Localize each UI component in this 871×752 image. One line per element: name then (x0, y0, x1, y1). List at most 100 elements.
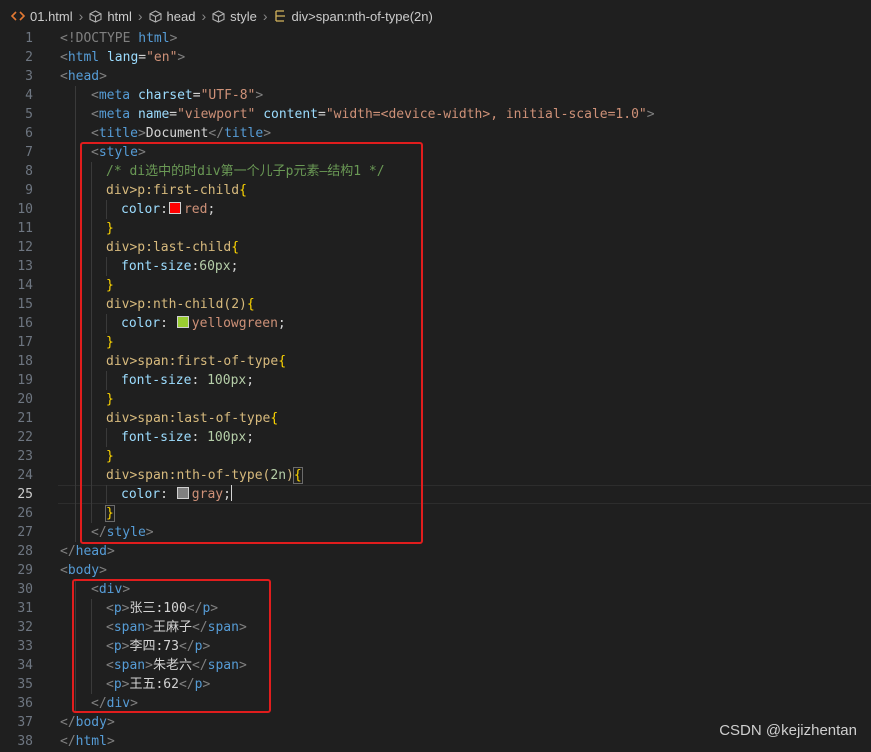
code-line[interactable]: 31 <p>张三:100</p> (0, 599, 871, 618)
code-line[interactable]: 33 <p>李四:73</p> (0, 637, 871, 656)
breadcrumb-item-file[interactable]: 01.html (11, 9, 73, 24)
indent-guide (75, 219, 76, 238)
brace: } (106, 392, 114, 407)
code-line[interactable]: 5 <meta name="viewport" content="width=<d… (0, 105, 871, 124)
semicolon: ; (246, 373, 255, 388)
code-line[interactable]: 36 </div> (0, 694, 871, 713)
breadcrumb-label: head (166, 8, 196, 24)
color-swatch-yellowgreen[interactable] (176, 316, 189, 328)
attr-name: content (263, 107, 319, 122)
indent-guide (75, 390, 76, 409)
line-number: 23 (17, 449, 33, 464)
indent-guide (75, 466, 76, 485)
breadcrumb-item-selector[interactable]: div>span:nth-of-type(2n) (274, 9, 433, 24)
line-number: 13 (17, 259, 33, 274)
code-line[interactable]: 7 <style> (0, 143, 871, 162)
text-cursor (230, 485, 232, 501)
code-line[interactable]: 24 div>span:nth-of-type(2n){ (0, 466, 871, 485)
line-number: 34 (17, 658, 33, 673)
code-line[interactable]: 34 <span>朱老六</span> (0, 656, 871, 675)
code-line[interactable]: 22 font-size: 100px; (0, 428, 871, 447)
code-line[interactable]: 26} (0, 504, 871, 523)
css-selector: div>span:first-of-type (106, 354, 279, 369)
code-line[interactable]: 20} (0, 390, 871, 409)
code-line[interactable]: 10 color: red; (0, 200, 871, 219)
equals: = (138, 50, 147, 65)
code-line[interactable]: 12 div>p:last-child{ (0, 238, 871, 257)
cube-icon (212, 9, 225, 23)
line-number: 1 (25, 31, 33, 46)
indent-guide (91, 675, 92, 694)
semicolon: ; (277, 316, 286, 331)
color-swatch-gray[interactable] (176, 487, 189, 499)
line-number: 31 (17, 601, 33, 616)
breadcrumb-label: div>span:nth-of-type(2n) (291, 8, 433, 24)
css-property: color (121, 316, 161, 331)
tag-name: p (113, 677, 122, 692)
code-editor[interactable]: 1 <!DOCTYPE html> 2 <html lang="en"> 3 <hea… (0, 29, 871, 751)
line-number: 11 (17, 221, 33, 236)
css-selector: div>span:last-of-type (106, 411, 271, 426)
code-line[interactable]: 14} (0, 276, 871, 295)
code-line[interactable]: 23} (0, 447, 871, 466)
brace: } (106, 278, 114, 293)
line-number: 14 (17, 278, 33, 293)
code-line[interactable]: 19 font-size: 100px; (0, 371, 871, 390)
tag-name: style (98, 145, 138, 160)
css-selector: div>p:first-child (106, 183, 240, 198)
code-line[interactable]: 16 color: yellowgreen; (0, 314, 871, 333)
breadcrumb-item-head[interactable]: head (148, 8, 196, 24)
code-line[interactable]: 15 div>p:nth-child(2){ (0, 295, 871, 314)
color-swatch-red[interactable] (168, 202, 181, 214)
line-number: 9 (25, 183, 33, 198)
indent-guide (75, 485, 76, 504)
indent-guide (75, 599, 76, 618)
line-number: 28 (17, 544, 33, 559)
indent-guide (91, 200, 92, 219)
text-content: 王五:62 (129, 677, 179, 692)
code-line[interactable]: 11} (0, 219, 871, 238)
indent-guide (75, 200, 76, 219)
code-line[interactable]: 1 <!DOCTYPE html> (0, 29, 871, 48)
breadcrumb-item-html[interactable]: html (89, 9, 132, 24)
text-content: Document (145, 126, 209, 141)
code-line[interactable]: 35 <p>王五:62</p> (0, 675, 871, 694)
css-value: 100px (207, 430, 247, 445)
tag-name: title (98, 126, 138, 141)
brace: { (231, 240, 240, 255)
code-line[interactable]: 17} (0, 333, 871, 352)
code-line[interactable]: 21 div>span:last-of-type{ (0, 409, 871, 428)
indent-guide (75, 314, 76, 333)
tag-name: title (224, 126, 264, 141)
code-line[interactable]: 2 <html lang="en"> (0, 48, 871, 67)
code-line[interactable]: 18 div>span:first-of-type{ (0, 352, 871, 371)
line-number: 10 (17, 202, 33, 217)
code-line[interactable]: 4 <meta charset="UTF-8"> (0, 86, 871, 105)
css-selector: div>p:last-child (106, 240, 232, 255)
code-line[interactable]: 3 <head> (0, 67, 871, 86)
indent-guide (91, 219, 92, 238)
code-line[interactable]: 28 </head> (0, 542, 871, 561)
code-line[interactable]: 30 <div> (0, 580, 871, 599)
code-line-current[interactable]: 25 color: gray; (0, 485, 871, 504)
code-line[interactable]: 9 div>p:first-child{ (0, 181, 871, 200)
brace-matched: } (105, 505, 115, 522)
brace: } (106, 335, 114, 350)
indent-guide (75, 409, 76, 428)
indent-guide (91, 352, 92, 371)
code-line[interactable]: 29 <body> (0, 561, 871, 580)
indent-guide (91, 314, 92, 333)
css-property: color (121, 487, 161, 502)
breadcrumb-item-style[interactable]: style (212, 9, 257, 24)
colon: : (160, 316, 176, 331)
code-line[interactable]: 27 </style> (0, 523, 871, 542)
line-number: 21 (17, 411, 33, 426)
cube-icon (148, 9, 162, 23)
css-value: 60px (199, 259, 231, 274)
indent-guide (106, 428, 107, 447)
code-line[interactable]: 32 <span>王麻子</span> (0, 618, 871, 637)
line-number: 6 (25, 126, 33, 141)
code-line[interactable]: 8 /* di选中的时div第一个儿子p元素—结构1 */ (0, 162, 871, 181)
code-line[interactable]: 6 <title>Document</title> (0, 124, 871, 143)
code-line[interactable]: 13 font-size:60px; (0, 257, 871, 276)
